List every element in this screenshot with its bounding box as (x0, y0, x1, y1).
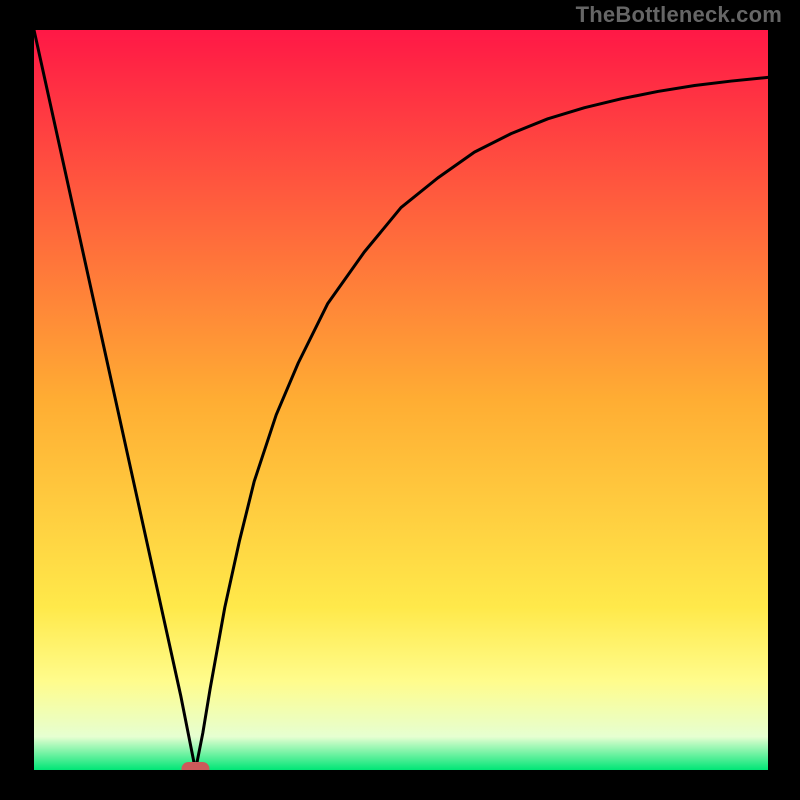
heatmap-background (34, 30, 768, 770)
attribution-label: TheBottleneck.com (576, 2, 782, 28)
plot-area (34, 30, 768, 770)
bottleneck-chart (34, 30, 768, 770)
current-marker (181, 762, 209, 770)
chart-frame: TheBottleneck.com (0, 0, 800, 800)
